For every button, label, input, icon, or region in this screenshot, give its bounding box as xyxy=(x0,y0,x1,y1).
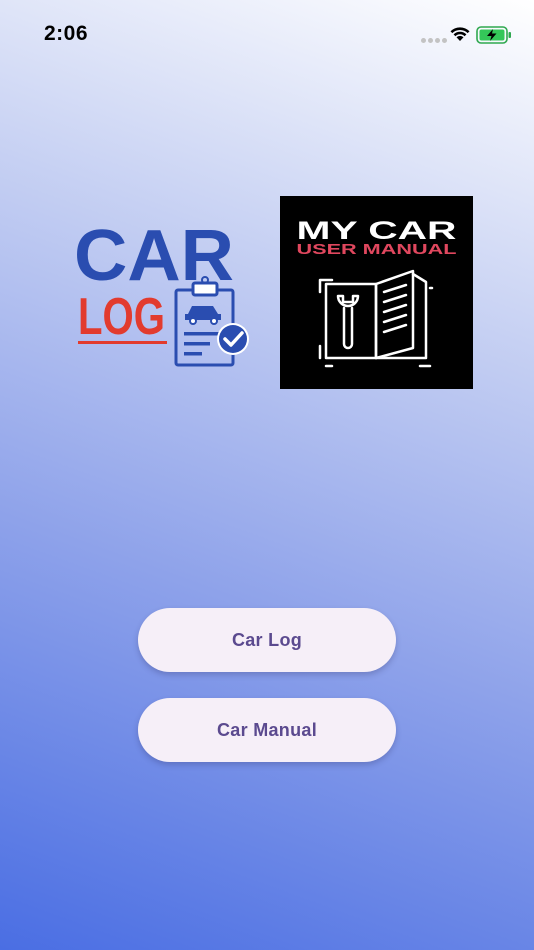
status-time: 2:06 xyxy=(44,22,89,45)
car-log-button[interactable]: Car Log xyxy=(138,608,396,672)
wifi-icon xyxy=(450,27,470,41)
battery-charging-icon xyxy=(476,26,511,44)
car-log-logo: CAR LOG xyxy=(72,210,256,375)
car-manual-button[interactable]: Car Manual xyxy=(138,698,396,762)
car-manual-logo: MY CAR USER MANUAL xyxy=(280,196,473,389)
clipboard-car-check-icon xyxy=(174,276,249,367)
open-manual-wrench-icon xyxy=(318,269,434,368)
car-manual-logo-title: MY CAR xyxy=(297,217,457,245)
signal-dots-icon xyxy=(421,38,447,43)
car-manual-logo-subtitle: USER MANUAL xyxy=(297,242,457,258)
car-log-logo-log: LOG xyxy=(78,288,165,346)
status-bar: 2:06 xyxy=(0,0,534,70)
